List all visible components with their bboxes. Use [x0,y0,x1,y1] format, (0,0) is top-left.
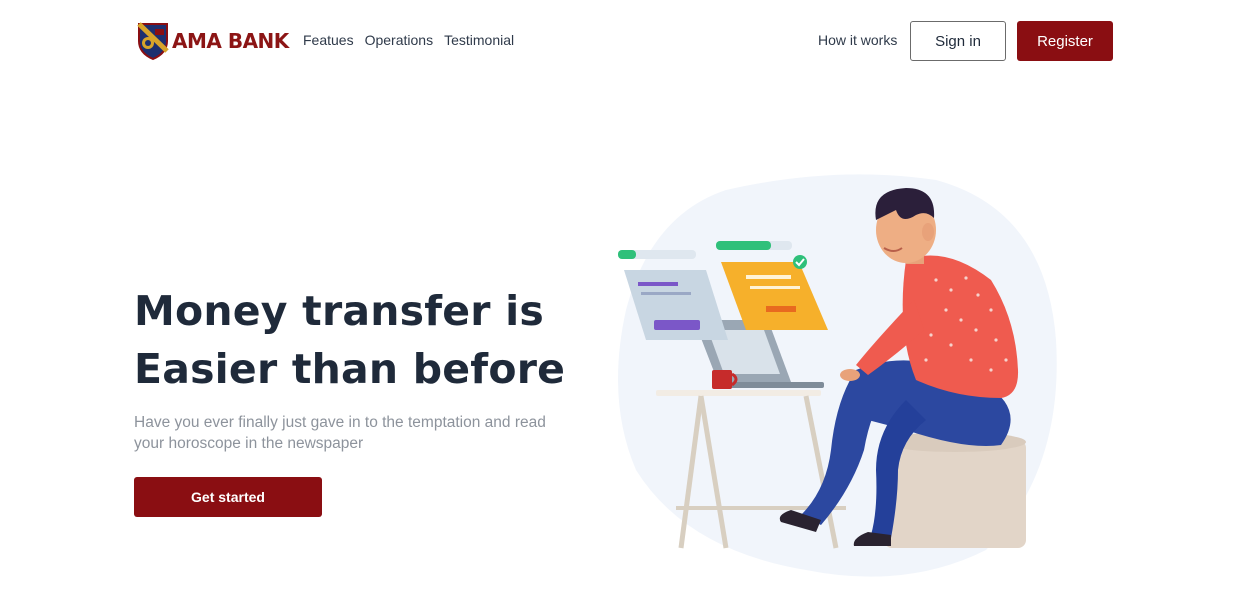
register-button[interactable]: Register [1017,21,1113,61]
hero-subtitle: Have you ever finally just gave in to th… [134,414,546,452]
nav-link-features[interactable]: Featues [303,32,354,48]
brand-name: AMA BANK [172,29,289,53]
hero-title-line-1: Money transfer is [134,287,545,335]
nav-link-testimonial[interactable]: Testimonial [444,32,514,48]
main-nav: Featues Operations Testimonial [303,32,514,48]
hero-title-line-2: Easier than before [134,345,566,393]
hero-title: Money transfer is Easier than before [134,282,594,398]
shield-crest-icon [137,22,169,61]
nav-link-how-it-works[interactable]: How it works [818,32,897,48]
brand-logo[interactable]: AMA BANK [136,21,289,61]
person-laptop-illustration [618,174,1057,577]
get-started-button[interactable]: Get started [134,477,322,517]
sign-in-button[interactable]: Sign in [910,21,1006,61]
nav-link-operations[interactable]: Operations [365,32,433,48]
